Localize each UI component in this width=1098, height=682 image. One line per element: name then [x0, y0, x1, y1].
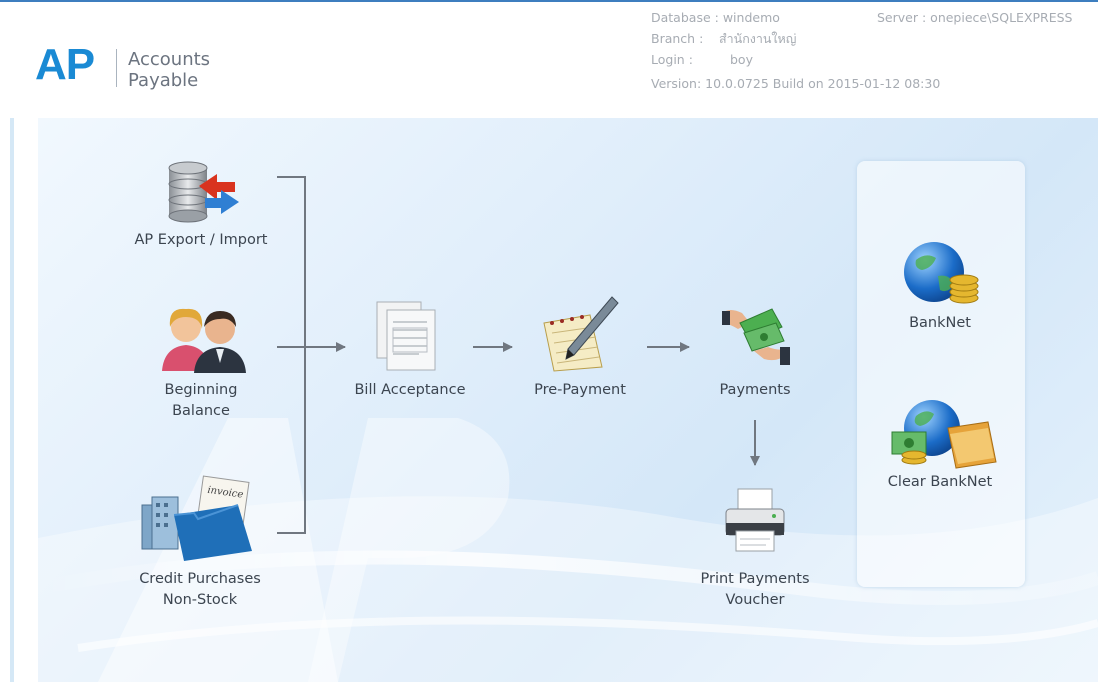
app-window: AP Accounts Payable Database : windemo S… — [0, 0, 1098, 682]
credit-purchases-link[interactable]: Credit Purchases Non-Stock — [115, 569, 285, 611]
payments-link[interactable]: Payments — [695, 380, 815, 401]
cash-hands-icon[interactable] — [720, 303, 790, 377]
beginning-balance-line2: Balance — [172, 403, 230, 419]
beginning-balance-line1: Beginning — [164, 382, 238, 398]
printer-icon[interactable] — [722, 485, 788, 559]
ap-export-import-link[interactable]: AP Export / Import — [116, 230, 286, 251]
print-payments-voucher-link[interactable]: Print Payments Voucher — [675, 569, 835, 611]
globe-coins-icon[interactable] — [902, 240, 984, 314]
print-voucher-line1: Print Payments — [700, 571, 810, 587]
beginning-balance-link[interactable]: Beginning Balance — [136, 380, 266, 422]
banknet-link[interactable]: BankNet — [880, 313, 1000, 334]
documents-icon[interactable] — [375, 300, 445, 376]
pre-payment-link[interactable]: Pre-Payment — [510, 380, 650, 401]
print-voucher-line2: Voucher — [725, 592, 785, 608]
bill-acceptance-link[interactable]: Bill Acceptance — [330, 380, 490, 401]
notepad-pen-icon[interactable] — [540, 293, 620, 377]
users-icon[interactable] — [160, 305, 250, 379]
clear-banknet-link[interactable]: Clear BankNet — [865, 472, 1015, 493]
credit-purchases-line2: Non-Stock — [162, 592, 238, 608]
invoice-folder-icon[interactable]: invoice — [138, 475, 258, 569]
credit-purchases-line1: Credit Purchases — [139, 571, 261, 587]
database-import-export-icon[interactable] — [165, 160, 243, 228]
globe-money-folder-icon[interactable] — [888, 398, 998, 474]
